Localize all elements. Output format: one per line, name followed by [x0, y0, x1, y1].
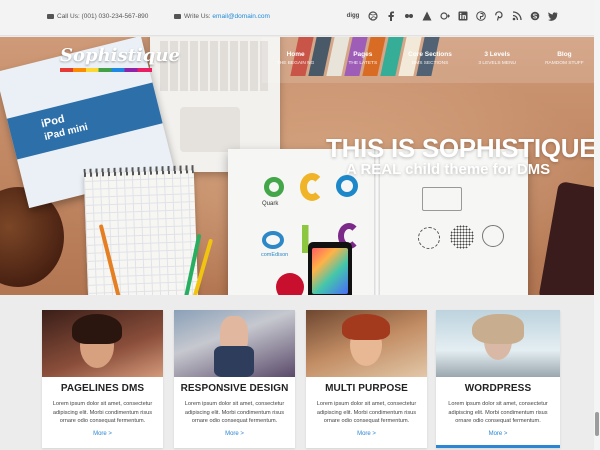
card-title: WORDPRESS [464, 383, 532, 394]
card-title: MULTI PURPOSE [325, 383, 408, 394]
card-more-link[interactable]: More > [42, 431, 163, 437]
page-scrollbar[interactable] [594, 0, 600, 450]
feature-cards: PAGELINES DMS Lorem ipsum dolor sit amet… [42, 310, 560, 450]
top-bar: Call Us: (001) 030-234-567-890 Write Us:… [0, 0, 594, 36]
feature-card-multipurpose: MULTI PURPOSE Lorem ipsum dolor sit amet… [306, 310, 427, 448]
card-more-link[interactable]: More > [306, 431, 427, 437]
linkedin-icon[interactable] [458, 11, 468, 21]
card-body: Lorem ipsum dolor sit amet, consectetur … [52, 401, 153, 424]
card-more-link[interactable]: More > [436, 431, 560, 437]
nav-sublabel: RAMDOM STUFF [545, 61, 584, 66]
conedison-logo-label: comEdison [261, 252, 289, 258]
quark-logo-label: Quark [262, 201, 279, 207]
hero-subtitle: A REAL child theme for DMS [346, 161, 551, 178]
nav-sublabel: DMS SECTIONS [411, 61, 449, 66]
card-body: Lorem ipsum dolor sit amet, consectetur … [448, 401, 548, 424]
forrst-icon[interactable] [422, 11, 432, 21]
google-plus-icon[interactable] [440, 11, 450, 21]
nav-item-3-levels[interactable]: 3 Levels 3 LEVELS MENU [464, 37, 531, 83]
facebook-icon[interactable] [386, 11, 396, 21]
scrollbar-thumb[interactable] [595, 412, 599, 436]
sketch-circles [400, 179, 510, 295]
rss-icon[interactable] [512, 11, 522, 21]
main-nav: Home THE BEGAIN NG Pages THE LATETS Core… [262, 37, 598, 83]
nav-sublabel: 3 LEVELS MENU [478, 61, 516, 66]
card-more-link[interactable]: More > [174, 431, 295, 437]
nav-item-core-sections[interactable]: Core Sections DMS SECTIONS [396, 37, 463, 83]
pinterest-alt-icon[interactable] [476, 11, 486, 21]
nav-label: Core Sections [408, 51, 452, 58]
logo-color-stripe [60, 68, 152, 72]
envelope-icon [174, 13, 181, 19]
card-body: Lorem ipsum dolor sit amet, consectetur … [316, 401, 417, 424]
flickr-icon[interactable] [404, 11, 414, 21]
dribbble-icon[interactable] [368, 11, 378, 21]
email-contact: Write Us: email@domain.com [174, 13, 270, 20]
card-image[interactable] [174, 310, 295, 377]
nav-sublabel: THE BEGAIN NG [276, 61, 315, 66]
social-links: digg [346, 11, 558, 21]
digg-icon[interactable]: digg [346, 11, 360, 21]
nav-label: 3 Levels [484, 51, 511, 58]
card-image[interactable] [306, 310, 427, 377]
pinterest-icon[interactable] [494, 11, 504, 21]
nav-item-pages[interactable]: Pages THE LATETS [329, 37, 396, 83]
card-title: RESPONSIVE DESIGN [180, 383, 289, 394]
phone-contact: Call Us: (001) 030-234-567-890 [47, 13, 148, 20]
nav-item-home[interactable]: Home THE BEGAIN NG [262, 37, 329, 83]
smartphone-image [308, 242, 352, 295]
page: Call Us: (001) 030-234-567-890 Write Us:… [0, 0, 600, 450]
hero-title: THIS IS SOPHISTIQUE [326, 133, 597, 163]
nav-sublabel: THE LATETS [348, 61, 378, 66]
card-title: PAGELINES DMS [60, 383, 145, 394]
card-image[interactable] [436, 310, 560, 377]
nav-label: Blog [557, 51, 572, 58]
feature-card-wordpress: WORDPRESS Lorem ipsum dolor sit amet, co… [436, 310, 560, 448]
feature-card-pagelines: PAGELINES DMS Lorem ipsum dolor sit amet… [42, 310, 163, 448]
card-image[interactable] [42, 310, 163, 377]
site-logo-text: Sophistique [60, 45, 180, 66]
card-body: Lorem ipsum dolor sit amet, consectetur … [184, 401, 285, 424]
skype-icon[interactable] [530, 11, 540, 21]
email-link[interactable]: email@domain.com [212, 13, 270, 20]
nav-label: Pages [353, 51, 373, 58]
nav-item-blog[interactable]: Blog RAMDOM STUFF [531, 37, 598, 83]
nav-label: Home [286, 51, 305, 58]
feature-card-responsive: RESPONSIVE DESIGN Lorem ipsum dolor sit … [174, 310, 295, 448]
phone-icon [47, 13, 54, 19]
write-us-label: Write Us: [184, 13, 213, 20]
phone-label: Call Us: (001) 030-234-567-890 [57, 13, 149, 20]
twitter-icon[interactable] [548, 11, 558, 21]
site-logo[interactable]: Sophistique [60, 45, 180, 72]
